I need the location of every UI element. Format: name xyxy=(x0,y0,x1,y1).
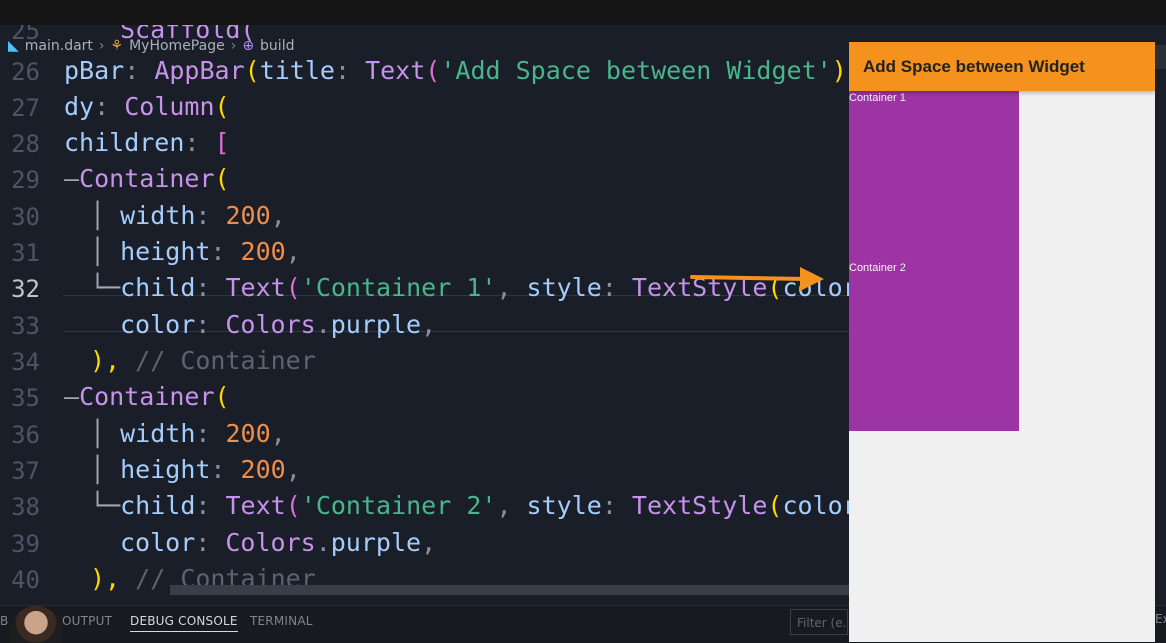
line-number: 26 xyxy=(11,58,40,86)
code-line: ), // Container xyxy=(90,346,316,375)
code-line: pBar: AppBar(title: Text('Add Space betw… xyxy=(64,56,862,85)
code-line: │ height: 200, xyxy=(90,237,301,266)
line-number: 30 xyxy=(11,203,40,231)
code-line: —Container( xyxy=(64,164,230,193)
line-number: 40 xyxy=(11,566,40,594)
breadcrumb-method[interactable]: build xyxy=(260,38,294,54)
line-number: 28 xyxy=(11,130,40,158)
code-line: children: [ xyxy=(64,128,230,157)
code-line: color: Colors.purple, xyxy=(120,528,437,557)
line-number: 33 xyxy=(11,312,40,340)
panel-right-fragment[interactable]: Ex xyxy=(1155,612,1166,626)
tab-terminal[interactable]: TERMINAL xyxy=(250,614,313,628)
code-line: └─child: Text('Container 2', style: Text… xyxy=(90,491,858,520)
line-number: 35 xyxy=(11,384,40,412)
app-bar-title: Add Space between Widget xyxy=(863,56,1085,76)
line-number: 37 xyxy=(11,457,40,485)
purple-container-1: Container 1 xyxy=(849,91,1019,261)
method-icon: ⊕ xyxy=(242,38,255,54)
tab-debug-console[interactable]: DEBUG CONSOLE xyxy=(130,614,238,632)
dart-file-icon: ◣ xyxy=(8,38,19,54)
container-1-label: Container 1 xyxy=(849,92,906,104)
app-bar: Add Space between Widget xyxy=(849,42,1155,91)
breadcrumb-class[interactable]: MyHomePage xyxy=(129,38,225,54)
presenter-avatar xyxy=(10,606,62,643)
container-2-label: Container 2 xyxy=(849,262,906,274)
code-line: │ width: 200, xyxy=(90,419,286,448)
horizontal-scrollbar[interactable] xyxy=(170,585,850,595)
code-line: dy: Column( xyxy=(64,92,230,121)
orange-arrow-annotation xyxy=(690,267,824,291)
breadcrumb: ◣ main.dart › ⚘ MyHomePage › ⊕ build xyxy=(0,35,294,57)
code-line: │ width: 200, xyxy=(90,201,286,230)
line-number: 39 xyxy=(11,530,40,558)
filter-input[interactable]: Filter (e.g. xyxy=(790,609,848,635)
line-number-current: 32 xyxy=(11,275,40,303)
breadcrumb-separator: › xyxy=(98,38,105,54)
panel-tab-fragment[interactable]: B xyxy=(0,614,8,628)
line-number: 31 xyxy=(11,239,40,267)
breadcrumb-separator: › xyxy=(230,38,237,54)
line-number: 29 xyxy=(11,166,40,194)
app-preview: Add Space between Widget Container 1 Con… xyxy=(849,42,1155,642)
code-line: │ height: 200, xyxy=(90,455,301,484)
line-number: 36 xyxy=(11,421,40,449)
code-line: color: Colors.purple, xyxy=(120,310,437,339)
window-top-bar xyxy=(0,0,1166,25)
line-number: 34 xyxy=(11,348,40,376)
code-line: —Container( xyxy=(64,382,230,411)
breadcrumb-file[interactable]: main.dart xyxy=(25,38,93,54)
class-icon: ⚘ xyxy=(110,38,124,54)
line-number: 27 xyxy=(11,94,40,122)
purple-container-2: Container 2 xyxy=(849,261,1019,431)
line-number: 38 xyxy=(11,493,40,521)
tab-output[interactable]: OUTPUT xyxy=(62,614,112,628)
